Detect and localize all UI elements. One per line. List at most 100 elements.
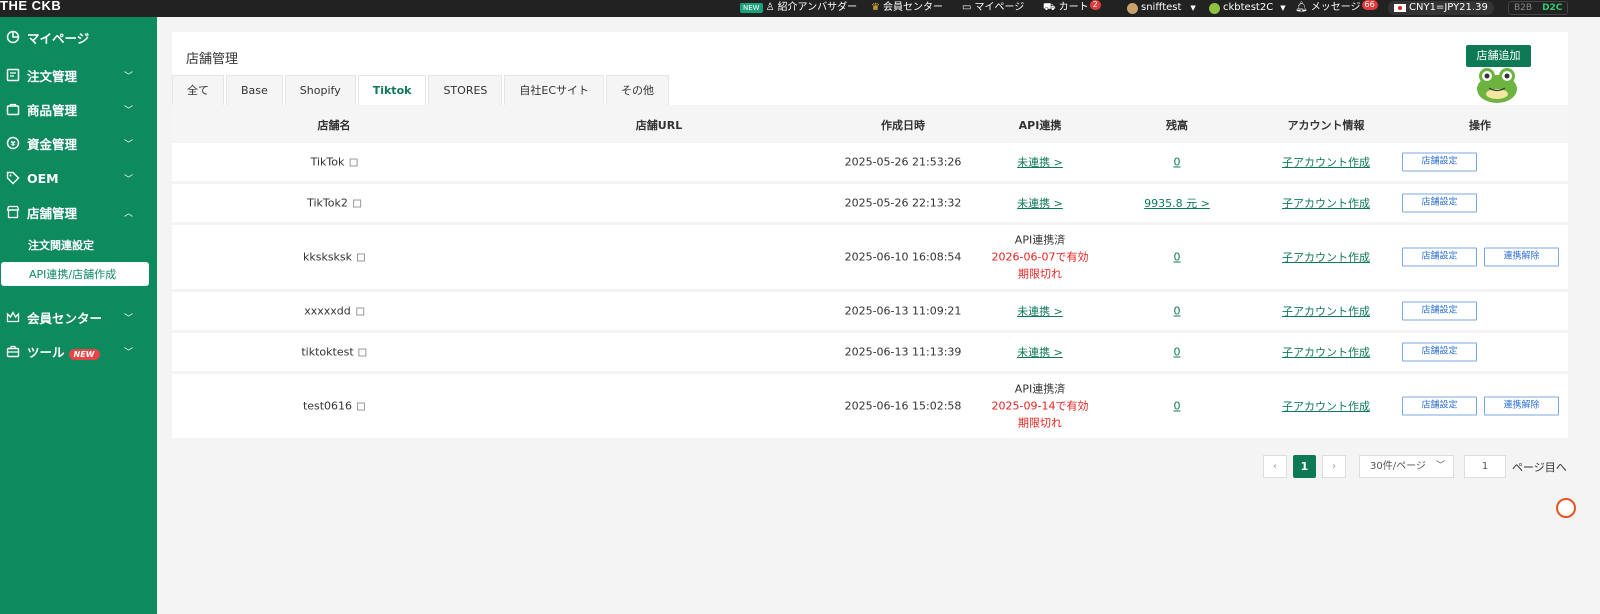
table-row: kksksksk 2025-06-10 16:08:54 API連携済 2026… xyxy=(172,225,1568,292)
tab-tiktok[interactable]: Tiktok xyxy=(357,75,427,105)
create-subaccount-link[interactable]: 子アカウント作成 xyxy=(1282,398,1370,414)
store-settings-button[interactable]: 店舗設定 xyxy=(1402,301,1477,321)
edit-icon[interactable] xyxy=(355,307,364,316)
frog-mascot-icon[interactable] xyxy=(1475,64,1519,104)
tab-all[interactable]: 全て xyxy=(172,75,224,105)
currency-rate: CNY1=JPY21.39 xyxy=(1388,1,1494,15)
monitor-icon: ▭ xyxy=(962,2,972,13)
sidebar-item-funds[interactable]: ¥ 資金管理 ﹀ xyxy=(0,128,157,158)
sidebar-sub-api-store[interactable]: API連携/店舗作成 xyxy=(1,262,149,286)
member-center-link[interactable]: ♛ 会員センター xyxy=(871,1,943,15)
mypage-label: マイページ xyxy=(974,2,1025,13)
sidebar-item-products[interactable]: 商品管理 ﹀ xyxy=(0,94,157,124)
balance-link[interactable]: 0 xyxy=(1174,400,1181,413)
balance-link[interactable]: 0 xyxy=(1174,251,1181,264)
sidebar-label: ツール NEW xyxy=(27,342,100,361)
tab-shopify[interactable]: Shopify xyxy=(284,75,356,105)
logo[interactable]: THE CKB xyxy=(0,0,61,13)
ambassador-label: 紹介アンバサダー xyxy=(777,2,858,13)
page-1-button[interactable]: 1 xyxy=(1293,455,1316,478)
sidebar-sub-order-settings[interactable]: 注文関連設定 xyxy=(0,233,157,257)
person-icon: ♙ xyxy=(765,2,775,13)
store-name: tiktoktest xyxy=(301,345,354,359)
messages-link[interactable]: 🔔︎ メッセージ 66 xyxy=(1295,0,1378,15)
tab-stores[interactable]: STORES xyxy=(428,75,503,105)
store-tabs: 全て Base Shopify Tiktok STORES 自社ECサイト その… xyxy=(172,75,671,105)
edit-icon[interactable] xyxy=(357,402,366,411)
edit-icon[interactable] xyxy=(352,199,361,208)
sidebar-label: 資金管理 xyxy=(27,136,78,152)
edit-icon[interactable] xyxy=(349,158,358,167)
mode-d2c[interactable]: D2C xyxy=(1537,2,1567,14)
edit-icon[interactable] xyxy=(357,253,366,262)
create-subaccount-link[interactable]: 子アカウント作成 xyxy=(1282,154,1370,170)
api-link[interactable]: 未連携 > xyxy=(1017,195,1063,211)
mode-b2b[interactable]: B2B xyxy=(1509,2,1537,14)
chevron-down-icon: ﹀ xyxy=(1435,461,1445,471)
create-subaccount-link[interactable]: 子アカウント作成 xyxy=(1282,249,1370,265)
sidebar: マイページ 注文管理 ﹀ 商品管理 ﹀ ¥ 資金管理 ﹀ OEM ﹀ 店舗管理 … xyxy=(0,17,157,614)
balance-link[interactable]: 0 xyxy=(1174,305,1181,318)
store-settings-button[interactable]: 店舗設定 xyxy=(1402,247,1477,267)
unlink-button[interactable]: 連携解除 xyxy=(1484,396,1559,416)
create-subaccount-link[interactable]: 子アカウント作成 xyxy=(1282,195,1370,211)
store-settings-button[interactable]: 店舗設定 xyxy=(1402,152,1477,172)
create-subaccount-link[interactable]: 子アカウント作成 xyxy=(1282,303,1370,319)
store-settings-button[interactable]: 店舗設定 xyxy=(1402,193,1477,213)
store-settings-button[interactable]: 店舗設定 xyxy=(1402,396,1477,416)
shop-account-menu[interactable]: ckbtest2C ▼ xyxy=(1209,1,1286,15)
sidebar-label: 商品管理 xyxy=(27,102,78,118)
balance-link[interactable]: 0 xyxy=(1174,156,1181,169)
sidebar-item-stores[interactable]: 店舗管理 ︿ xyxy=(0,197,157,227)
cart-link[interactable]: ⛟ カート 2 xyxy=(1043,0,1101,15)
header-account: アカウント情報 xyxy=(1287,119,1365,132)
page-size-value: 30件/ページ xyxy=(1370,461,1426,472)
sidebar-item-tools[interactable]: ツール NEW ﹀ xyxy=(0,336,157,366)
goto-page-input[interactable]: 1 xyxy=(1464,455,1506,478)
mypage-link[interactable]: ▭ マイページ xyxy=(962,1,1024,15)
created-date: 2025-06-10 16:08:54 xyxy=(844,250,962,264)
support-chat-icon[interactable] xyxy=(1556,498,1576,518)
api-expired: 期限切れ xyxy=(1018,267,1062,281)
table-row: tiktoktest 2025-06-13 11:13:39 未連携 > 0 子… xyxy=(172,333,1568,374)
chevron-down-icon: ﹀ xyxy=(124,174,134,185)
chevron-down-icon: ﹀ xyxy=(124,347,134,358)
yen-coin-icon: ¥ xyxy=(6,136,20,150)
api-status: API連携済 xyxy=(1014,233,1066,247)
api-link[interactable]: 未連携 > xyxy=(1017,303,1063,319)
page-size-select[interactable]: 30件/ページ ﹀ xyxy=(1359,455,1454,478)
tab-other[interactable]: その他 xyxy=(606,75,670,105)
sidebar-item-mypage[interactable]: マイページ xyxy=(0,22,157,52)
store-name: TikTok2 xyxy=(307,196,348,210)
mode-switch[interactable]: B2B D2C xyxy=(1508,1,1569,15)
prev-page-button[interactable]: ‹ xyxy=(1263,455,1287,478)
store-settings-button[interactable]: 店舗設定 xyxy=(1402,342,1477,362)
balance-link[interactable]: 9935.8 元 > xyxy=(1144,195,1210,211)
api-link[interactable]: 未連携 > xyxy=(1017,344,1063,360)
crown-icon: ♛ xyxy=(871,2,880,13)
store-name-cell: tiktoktest xyxy=(301,345,367,359)
bell-icon: 🔔︎ xyxy=(1295,2,1308,13)
header-balance: 残高 xyxy=(1166,119,1188,132)
store-name: xxxxxdd xyxy=(304,304,351,318)
balance-link[interactable]: 0 xyxy=(1174,346,1181,359)
crown-icon xyxy=(6,311,20,323)
next-page-button[interactable]: › xyxy=(1322,455,1346,478)
api-status: API連携済 xyxy=(1014,382,1066,396)
edit-icon[interactable] xyxy=(358,348,367,357)
tab-own-ec[interactable]: 自社ECサイト xyxy=(504,75,605,105)
unlink-button[interactable]: 連携解除 xyxy=(1484,247,1559,267)
sidebar-item-member-center[interactable]: 会員センター ﹀ xyxy=(0,302,157,332)
api-expired: 期限切れ xyxy=(1018,416,1062,430)
api-link[interactable]: 未連携 > xyxy=(1017,154,1063,170)
create-subaccount-link[interactable]: 子アカウント作成 xyxy=(1282,344,1370,360)
store-icon xyxy=(6,205,20,219)
sidebar-item-orders[interactable]: 注文管理 ﹀ xyxy=(0,60,157,90)
store-name: TikTok xyxy=(310,155,345,169)
ambassador-link[interactable]: NEW ♙ 紹介アンバサダー xyxy=(740,1,857,15)
api-status-cell: API連携済 2026-06-07で有効 期限切れ xyxy=(992,232,1089,283)
sidebar-item-oem[interactable]: OEM ﹀ xyxy=(0,163,157,193)
messages-label: メッセージ xyxy=(1310,2,1361,13)
tab-base[interactable]: Base xyxy=(226,75,283,105)
user-menu[interactable]: snifftest ▼ xyxy=(1127,1,1196,15)
